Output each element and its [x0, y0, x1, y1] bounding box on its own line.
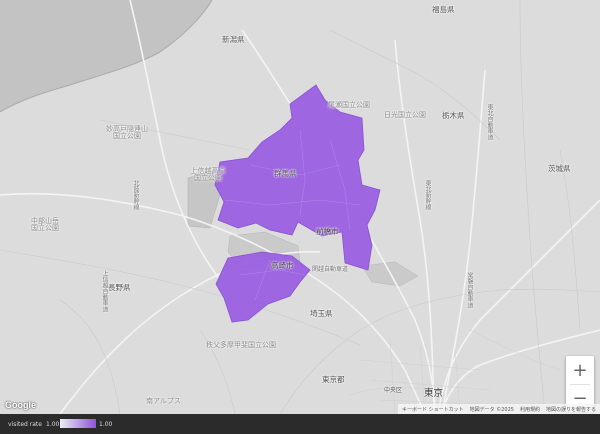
report-error-link[interactable]: 地図の誤りを報告する [546, 406, 596, 413]
label-takasaki: 高崎市 [271, 261, 294, 270]
label-niigata: 新潟県 [222, 35, 245, 44]
label-chichibu: 秩父多摩甲斐国立公園 [206, 341, 276, 349]
label-nagano: 長野県 [108, 283, 131, 292]
label-route-tohoku-exp: 東北自動車道 [486, 104, 493, 140]
legend-max-value: 1.00 [99, 421, 113, 428]
basemap [0, 0, 600, 414]
label-route-hokuriku: 北陸新幹線 [132, 180, 139, 210]
label-saitama: 埼玉県 [310, 309, 333, 318]
zoom-in-button[interactable]: + [566, 356, 594, 384]
gunma-region-south [215, 251, 311, 323]
attribution-bar: キーボード ショートカット 地図データ ©2025 利用規約 地図の誤りを報告す… [398, 404, 600, 414]
color-legend: visited rate 1.00 1.00 [0, 414, 600, 434]
legend-title: visited rate [8, 421, 42, 428]
label-fukushima: 福島県 [432, 5, 455, 14]
label-tokyo: 東京 [424, 388, 444, 399]
label-route-tohoku: 東北新幹線 [424, 180, 431, 210]
label-myoko: 妙高戸隠連山国立公園 [106, 125, 148, 140]
label-oze: 尾瀬国立公園 [328, 101, 370, 109]
google-logo: Google [5, 400, 36, 410]
label-tochigi: 栃木県 [442, 111, 465, 120]
label-ibaraki: 茨城県 [548, 164, 571, 173]
label-minami-alps: 南アルプス [146, 397, 181, 405]
label-route-joshinetsu: 上信越自動車道 [101, 270, 108, 312]
label-nikko: 日光国立公園 [384, 111, 426, 119]
label-chubu: 中部山岳国立公園 [31, 217, 59, 232]
terms-link[interactable]: 利用規約 [520, 406, 540, 413]
label-tokyo-pref: 東京都 [322, 375, 345, 384]
label-joshinetsu: 上信越高原国立公園 [190, 167, 226, 182]
label-route-kanetsu: 関越自動車道 [312, 266, 349, 273]
label-chuo: 中央区 [384, 387, 403, 394]
sea-area [0, 0, 212, 112]
label-gunma: 群馬県 [274, 169, 297, 178]
legend-min-value: 1.00 [46, 421, 60, 428]
zoom-divider [570, 384, 590, 385]
label-maebashi: 前橋市 [316, 227, 339, 236]
map-data-text: 地図データ ©2025 [469, 406, 514, 413]
legend-gradient-bar [60, 419, 96, 428]
label-route-joban: 常磐自動車道 [466, 272, 473, 308]
keyboard-shortcuts-link[interactable]: キーボード ショートカット [402, 406, 464, 413]
map-canvas[interactable]: 福島県 新潟県 尾瀬国立公園 日光国立公園 栃木県 妙高戸隠連山国立公園 上信越… [0, 0, 600, 414]
